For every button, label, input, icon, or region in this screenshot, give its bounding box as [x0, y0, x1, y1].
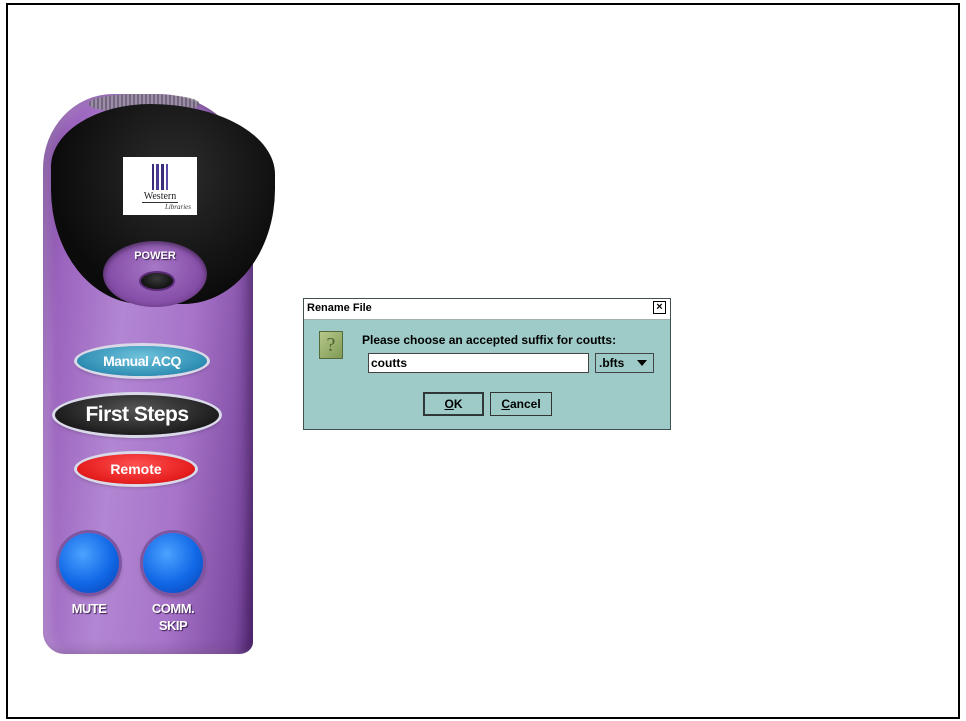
cancel-mnemonic: C: [501, 397, 510, 411]
cancel-button[interactable]: Cancel: [490, 392, 552, 416]
remote-control-image: Western Libraries POWER Manual ACQ First…: [37, 90, 275, 660]
question-icon: ?: [319, 331, 343, 359]
dialog-title: Rename File: [307, 302, 372, 314]
rename-file-dialog: Rename File × ? Please choose an accepte…: [303, 298, 671, 430]
first-steps-button: First Steps: [55, 395, 219, 435]
cancel-label-rest: ancel: [509, 397, 541, 411]
logo-mark-icon: [149, 164, 171, 190]
logo-text-libraries: Libraries: [164, 203, 191, 211]
ok-mnemonic: O: [444, 397, 454, 411]
ok-button[interactable]: OK: [423, 392, 484, 416]
mute-label: MUTE: [71, 601, 107, 616]
dialog-titlebar[interactable]: Rename File ×: [304, 299, 670, 320]
comm-skip-label-line2: SKIP: [158, 618, 188, 633]
chevron-down-icon[interactable]: [637, 360, 647, 366]
suffix-selected-value: .bfts: [599, 356, 625, 370]
comm-skip-button: [143, 533, 203, 593]
remote-face: Western Libraries POWER: [51, 104, 275, 307]
power-area: POWER: [103, 241, 207, 307]
power-label: POWER: [134, 250, 176, 262]
filename-input[interactable]: [368, 353, 589, 373]
close-icon[interactable]: ×: [653, 301, 666, 314]
manual-acq-button: Manual ACQ: [77, 346, 207, 376]
suffix-dropdown[interactable]: .bfts: [595, 353, 654, 373]
mute-button: [59, 533, 119, 593]
dialog-message: Please choose an accepted suffix for cou…: [362, 333, 617, 347]
comm-skip-label-line1: COMM.: [151, 601, 195, 616]
remote-button: Remote: [77, 454, 195, 484]
library-logo-icon: Western Libraries: [123, 157, 197, 215]
slide-frame: Western Libraries POWER Manual ACQ First…: [6, 3, 960, 719]
comm-skip-label: COMM. SKIP: [133, 600, 213, 634]
logo-text-western: Western: [141, 191, 179, 203]
ok-label-rest: K: [453, 397, 463, 411]
power-button: [139, 271, 175, 291]
